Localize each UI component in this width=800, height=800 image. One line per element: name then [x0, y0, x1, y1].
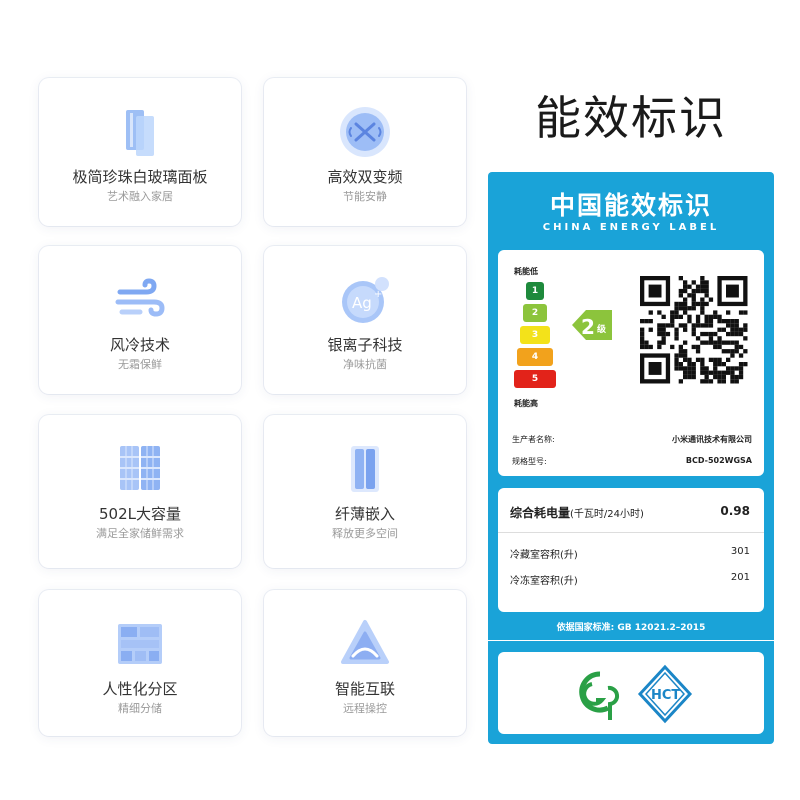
fridge-volume-label: 冷藏室容积(升) — [510, 550, 578, 561]
hct-logo: HCT — [637, 664, 693, 724]
feature-title: 人性化分区 — [102, 680, 178, 698]
qr-code-icon — [640, 276, 748, 384]
feature-subtitle: 精细分储 — [118, 702, 162, 715]
manufacturer-value: 小米通讯技术有限公司 — [672, 435, 752, 444]
feature-subtitle: 无霜保鲜 — [118, 358, 162, 371]
current-grade: 2 — [581, 315, 595, 339]
feature-title: 风冷技术 — [109, 336, 170, 354]
manufacturer-label: 生产者名称: — [512, 435, 555, 444]
feature-card-slim-embedded: 纤薄嵌入 释放更多空间 — [264, 415, 466, 568]
feature-card-large-capacity: 502L大容量 满足全家储鲜需求 — [39, 415, 241, 568]
feature-card-wind-cooling: 风冷技术 无霜保鲜 — [39, 246, 241, 394]
grade-bar-4: 4 — [517, 348, 553, 366]
feature-subtitle: 艺术融入家居 — [107, 190, 173, 203]
glass-panel-icon — [126, 110, 154, 156]
low-consumption-label: 耗能低 — [514, 267, 538, 276]
feature-title: 纤薄嵌入 — [334, 505, 395, 523]
certification-panel: HCT — [498, 652, 764, 734]
large-capacity-icon — [120, 446, 160, 490]
feature-title: 银离子科技 — [327, 336, 403, 354]
feature-card-dual-inverter: 高效双变频 节能安静 — [264, 78, 466, 226]
energy-label: 中国能效标识 CHINA ENERGY LABEL 耗能低 1 2 3 4 5 … — [488, 172, 774, 744]
slim-embedded-icon — [351, 446, 379, 492]
feature-title: 智能互联 — [334, 680, 395, 698]
feature-subtitle: 节能安静 — [343, 190, 387, 203]
svg-text:Ag: Ag — [352, 294, 372, 312]
feature-title: 502L大容量 — [99, 505, 181, 523]
feature-subtitle: 释放更多空间 — [332, 527, 398, 540]
grade-bar-5: 5 — [514, 370, 556, 388]
feature-subtitle: 净味抗菌 — [343, 358, 387, 371]
freezer-volume-value: 201 — [730, 572, 750, 583]
feature-subtitle: 满足全家储鲜需求 — [96, 527, 184, 540]
grade-bar-1: 1 — [526, 282, 544, 300]
national-standard: 依据国家标准: GB 12021.2–2015 — [556, 623, 706, 633]
freezer-volume-label: 冷冻室容积(升) — [510, 576, 578, 587]
divider — [498, 532, 764, 533]
compartment-icon — [118, 624, 162, 664]
svg-text:+: + — [374, 289, 382, 300]
consumption-label-text: 综合耗电量 — [510, 506, 571, 520]
feature-title: 极简珍珠白玻璃面板 — [72, 168, 208, 186]
consumption-value: 0.98 — [720, 504, 750, 518]
consumption-panel: 综合耗电量(千瓦时/24小时) 0.98 冷藏室容积(升) 301 冷冻室容积(… — [498, 488, 764, 612]
cqc-logo — [579, 671, 620, 720]
section-heading: 能效标识 — [535, 91, 727, 145]
energy-label-title: 中国能效标识 — [549, 191, 712, 220]
consumption-label: 综合耗电量(千瓦时/24小时) — [510, 504, 644, 521]
wind-cooling-icon — [115, 278, 165, 317]
dual-inverter-icon — [340, 107, 390, 157]
feature-card-smart-connect: 智能互联 远程操控 — [264, 590, 466, 736]
model-value: BCD-502WGSA — [685, 456, 752, 465]
feature-subtitle: 远程操控 — [343, 702, 387, 715]
silver-ion-icon: Ag + — [342, 277, 389, 323]
grade-panel: 耗能低 1 2 3 4 5 耗能高 2 级 生产者名称: 小米通讯技术有限公司 … — [498, 250, 764, 476]
high-consumption-label: 耗能高 — [514, 399, 538, 408]
model-label: 规格型号: — [512, 457, 547, 466]
consumption-unit: (千瓦时/24小时) — [570, 509, 644, 520]
grade-arrow-icon: 2 级 — [572, 310, 612, 340]
grade-bar-3: 3 — [520, 326, 550, 344]
smart-connect-icon — [341, 620, 389, 664]
energy-label-subtitle: CHINA ENERGY LABEL — [542, 222, 720, 233]
feature-title: 高效双变频 — [327, 168, 403, 186]
svg-text:HCT: HCT — [651, 688, 680, 703]
feature-card-glass-panel: 极简珍珠白玻璃面板 艺术融入家居 — [39, 78, 241, 226]
fridge-volume-value: 301 — [730, 546, 750, 557]
divider-line — [488, 640, 774, 641]
feature-card-silver-ion: Ag + 银离子科技 净味抗菌 — [264, 246, 466, 394]
grade-bar-2: 2 — [523, 304, 547, 322]
current-grade-suffix: 级 — [596, 323, 607, 335]
feature-card-compartment: 人性化分区 精细分储 — [39, 590, 241, 736]
